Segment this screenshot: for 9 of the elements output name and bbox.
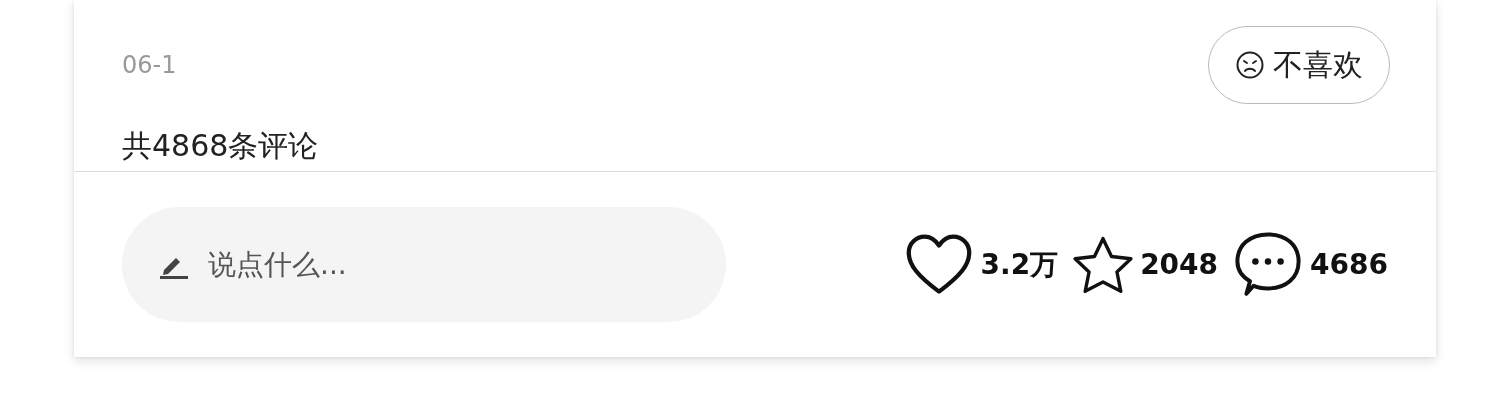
star-icon (1072, 234, 1135, 295)
collect-button[interactable]: 2048 (1072, 234, 1219, 295)
comment-button[interactable]: 4686 (1232, 228, 1388, 301)
dislike-button[interactable]: 不喜欢 (1208, 26, 1390, 104)
like-button[interactable]: 3.2万 (902, 232, 1059, 297)
comment-count: 共4868条评论 (122, 127, 320, 165)
frown-face-icon (1235, 50, 1265, 80)
comment-field[interactable]: 说点什么... (122, 207, 726, 322)
post-date: 06-1 (122, 51, 177, 79)
